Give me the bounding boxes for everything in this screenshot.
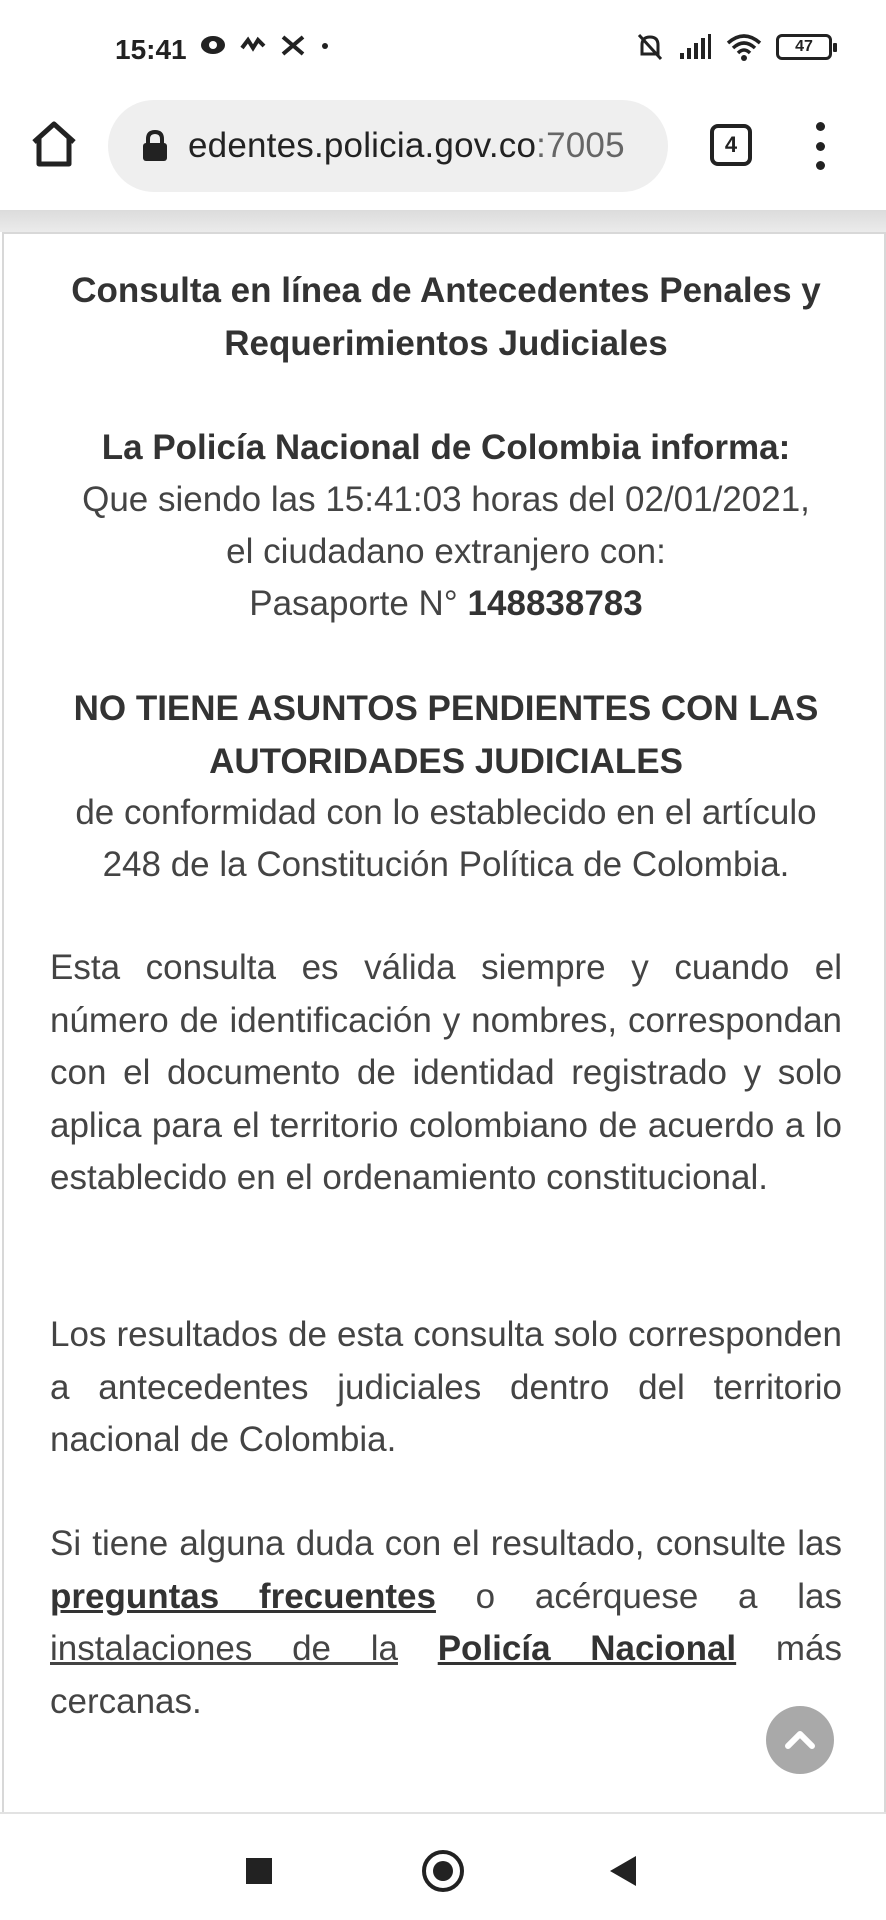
address-bar[interactable]: edentes.policia.gov.co:7005 <box>108 100 668 192</box>
signal-icon <box>680 34 711 59</box>
url-port: :7005 <box>536 126 625 165</box>
result-notice: NO TIENE ASUNTOS PENDIENTES CON LAS AUTO… <box>24 682 868 788</box>
home-button[interactable] <box>28 118 80 170</box>
conformity-line-1: de conformidad con lo establecido en el … <box>75 793 817 832</box>
system-nav-bar <box>0 1812 886 1920</box>
police-link[interactable]: Policía Nacional <box>438 1629 736 1668</box>
status-bar: 15:41 47 <box>0 0 886 96</box>
faq-link[interactable]: preguntas frecuentes <box>50 1577 436 1616</box>
passport-label: Pasaporte N° <box>249 584 458 623</box>
status-left-icons <box>200 34 330 56</box>
lock-icon <box>143 130 167 161</box>
faq-prefix: Si tiene alguna duda con el resultado, c… <box>50 1524 842 1563</box>
toolbar-shadow <box>0 210 886 232</box>
status-time: 15:41 <box>115 34 187 65</box>
scroll-to-top-button[interactable] <box>766 1706 834 1774</box>
title-line-1: Consulta en línea de Antecedentes Penale… <box>71 271 821 310</box>
tabs-button[interactable]: 4 <box>710 124 752 166</box>
more-menu-button[interactable] <box>808 122 832 170</box>
page-title: Consulta en línea de Antecedentes Penale… <box>24 264 868 370</box>
info-line-date: Que siendo las 15:41:03 horas del 02/01/… <box>82 480 810 519</box>
faq-middle: o acérquese a las <box>475 1576 842 1616</box>
info-line-citizen: el ciudadano extranjero con: <box>226 532 666 571</box>
menu-dot-icon <box>815 161 825 170</box>
notice-line-2: AUTORIDADES JUDICIALES <box>209 742 683 781</box>
chevron-up-icon <box>785 1731 815 1749</box>
page-content: Consulta en línea de Antecedentes Penale… <box>2 232 886 1812</box>
wifi-icon <box>726 34 762 61</box>
dot-icon <box>322 43 328 49</box>
title-line-2: Requerimientos Judiciales <box>224 324 668 363</box>
results-paragraph: Los resultados de esta consulta solo cor… <box>50 1315 842 1459</box>
crossed-arrows-icon <box>281 35 305 56</box>
message-icon <box>201 36 225 54</box>
menu-dot-icon <box>815 141 825 151</box>
home-nav-button[interactable] <box>422 1850 464 1892</box>
url-host: edentes.policia.gov.co <box>188 126 537 165</box>
facilities-text: instalaciones de la <box>50 1629 398 1668</box>
status-right-icons: 47 <box>636 32 837 62</box>
back-button[interactable] <box>610 1856 636 1886</box>
menu-dot-icon <box>815 122 825 131</box>
battery-icon: 47 <box>776 34 837 60</box>
url-text: edentes.policia.gov.co:7005 <box>188 126 625 166</box>
recent-apps-button[interactable] <box>246 1858 272 1884</box>
passport-line: Pasaporte N° 148838783 <box>24 578 868 630</box>
browser-toolbar: edentes.policia.gov.co:7005 4 <box>0 96 886 210</box>
bell-muted-icon <box>637 33 663 61</box>
faq-paragraph: Si tiene alguna duda con el resultado, c… <box>50 1518 842 1728</box>
notice-line-1: NO TIENE ASUNTOS PENDIENTES CON LAS <box>73 689 819 728</box>
wave-icon <box>240 36 266 52</box>
validity-paragraph: Esta consulta es válida siempre y cuando… <box>50 948 842 1197</box>
conformity-line-2: 248 de la Constitución Política de Colom… <box>102 845 790 884</box>
info-heading: La Policía Nacional de Colombia informa: <box>101 428 791 467</box>
passport-number: 148838783 <box>467 584 643 623</box>
